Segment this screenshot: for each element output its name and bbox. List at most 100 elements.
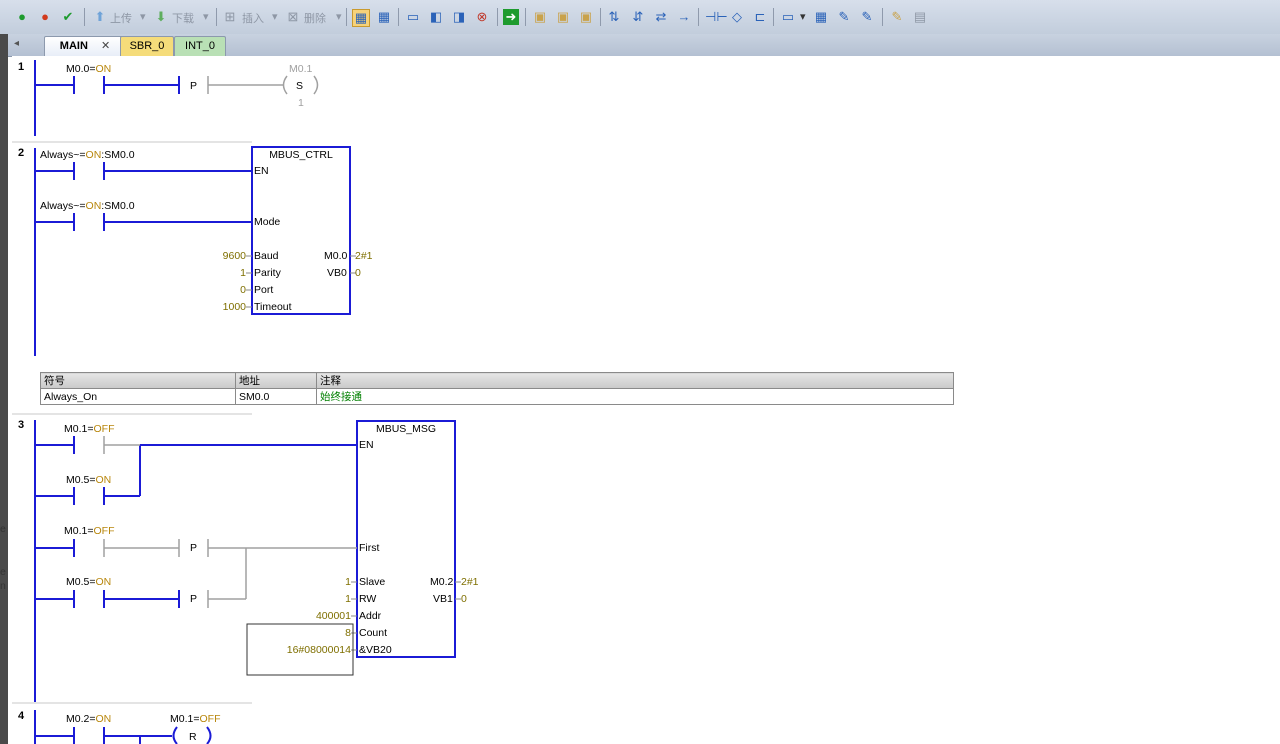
box-output-done: M0.0 [324,250,348,262]
contact-label: M0.5=ON [66,576,112,588]
branch-down-icon[interactable]: ⇅ [606,9,622,25]
coil-count: 1 [298,97,304,109]
symbol-table-icon[interactable]: ▦ [813,9,829,25]
pou-icon[interactable]: ✎ [889,9,905,25]
contact-label: M0.0=ON [66,63,112,75]
network-number: 3 [18,419,25,431]
parity-value: 1 [240,267,246,279]
positive-edge-label: P [190,593,198,605]
prev-bookmark-icon[interactable]: ◧ [428,9,444,25]
goto-icon[interactable]: ➜ [503,9,519,25]
upload-dropdown-icon[interactable]: ▾ [140,10,146,23]
box-input-first: First [359,542,380,554]
baud-value: 9600 [222,250,246,262]
lock-all-icon[interactable]: ▣ [578,9,594,25]
ladder-editor[interactable]: 1 M0.0=ON P M0.1 S 1 2 Always~=ON:SM0.0 … [12,56,1280,744]
edit-icon[interactable]: ✎ [836,9,852,25]
contact-label: M0.5=ON [66,474,112,486]
coil-icon[interactable]: ◇ [729,9,745,25]
download-icon[interactable]: ⬇ [153,9,169,25]
coil-label: M0.1=OFF [170,713,221,725]
tab-int0-label: INT_0 [185,40,215,52]
insert-button[interactable]: 插入 [242,10,264,26]
branch-right-icon[interactable]: → [676,9,692,25]
positive-edge-label: P [190,542,198,554]
download-button[interactable]: 下载 [172,10,194,26]
main-toolbar: ● ● ✔ ⬆ 上传 ▾ ⬇ 下载 ▾ ⊞ 插入 ▾ ⊠ 删除 ▾ ▦ ▦ ▭ … [0,0,1280,35]
download-dropdown-icon[interactable]: ▾ [203,10,209,23]
library-icon[interactable]: ▤ [912,9,928,25]
scroll-left-icon[interactable]: ◂ [14,38,19,49]
contact-label: Always~=ON:SM0.0 [40,149,135,161]
properties-icon[interactable]: ✎ [859,9,875,25]
lock-icon[interactable]: ▣ [532,9,548,25]
insert-icon[interactable]: ⊞ [222,9,238,25]
coil-type: S [296,80,304,92]
addr-value: 400001 [315,610,351,622]
box-icon[interactable]: ⊏ [752,9,768,25]
delete-dropdown-icon[interactable]: ▾ [336,10,342,23]
chart-status-icon[interactable]: ▦ [376,9,392,25]
branch-up-icon[interactable]: ⇵ [630,9,646,25]
box-input-addr: Addr [359,610,382,622]
slave-value: 1 [345,576,351,588]
done-value: 2#1 [355,250,373,262]
toolbar-separator [84,8,85,26]
tab-int0[interactable]: INT_0 [174,36,226,56]
left-panel-fragment: e [0,566,6,578]
contact-label: Always~=ON:SM0.0 [40,200,135,212]
box-input-baud: Baud [254,250,279,262]
upload-button[interactable]: 上传 [110,10,132,26]
unlock-icon[interactable]: ▣ [555,9,571,25]
box-input-count: Count [359,627,388,639]
table-row[interactable]: Always_On SM0.0 始终接通 [40,388,954,405]
toolbar-separator [497,8,498,26]
error-value: 0 [355,267,361,279]
delete-button[interactable]: 删除 [304,10,326,26]
label-icon[interactable]: ▭ [780,9,796,25]
network-number: 4 [18,710,25,722]
toolbar-separator [216,8,217,26]
box-input-slave: Slave [359,576,386,588]
port-value: 0 [240,284,246,296]
stop-icon[interactable]: ● [37,9,53,25]
left-panel-edge [0,34,8,744]
tab-sbr0[interactable]: SBR_0 [120,36,174,56]
tab-sbr0-label: SBR_0 [129,40,165,52]
toolbar-separator [773,8,774,26]
next-bookmark-icon[interactable]: ◨ [451,9,467,25]
insert-dropdown-icon[interactable]: ▾ [272,10,278,23]
toolbar-separator [882,8,883,26]
box-input-en: EN [359,439,374,451]
rw-value: 1 [345,593,351,605]
coil-type: R [189,731,197,743]
coil-right-arc [313,75,319,95]
contact-label: M0.2=ON [66,713,112,725]
bookmark-icon[interactable]: ▭ [405,9,421,25]
contact-label: M0.1=OFF [64,525,115,537]
toolbar-separator [525,8,526,26]
comment-cell: 始终接通 [316,388,954,405]
upload-icon[interactable]: ⬆ [92,9,108,25]
contact-icon[interactable]: ⊣⊢ [705,9,728,25]
close-tab-icon[interactable]: ✕ [101,40,110,52]
box-input-dataptr: &VB20 [359,644,392,656]
delete-icon[interactable]: ⊠ [285,9,301,25]
tab-main[interactable]: MAIN ✕ [44,36,126,56]
error-value: 0 [461,593,467,605]
symbol-cell: Always_On [40,388,236,405]
run-icon[interactable]: ● [14,9,30,25]
remove-bookmark-icon[interactable]: ⊗ [474,9,490,25]
address-column-header: 地址 [235,372,317,389]
toolbar-separator [398,8,399,26]
positive-edge-label: P [190,80,198,92]
toolbar-separator [600,8,601,26]
coil-left-arc [282,75,288,95]
label-dropdown-icon[interactable]: ▾ [800,10,806,23]
compile-icon[interactable]: ✔ [60,9,76,25]
toolbar-separator [698,8,699,26]
network-number: 2 [18,147,25,159]
branch-left-icon[interactable]: ⇄ [653,9,669,25]
program-status-icon[interactable]: ▦ [352,9,370,27]
count-value: 8 [345,627,351,639]
